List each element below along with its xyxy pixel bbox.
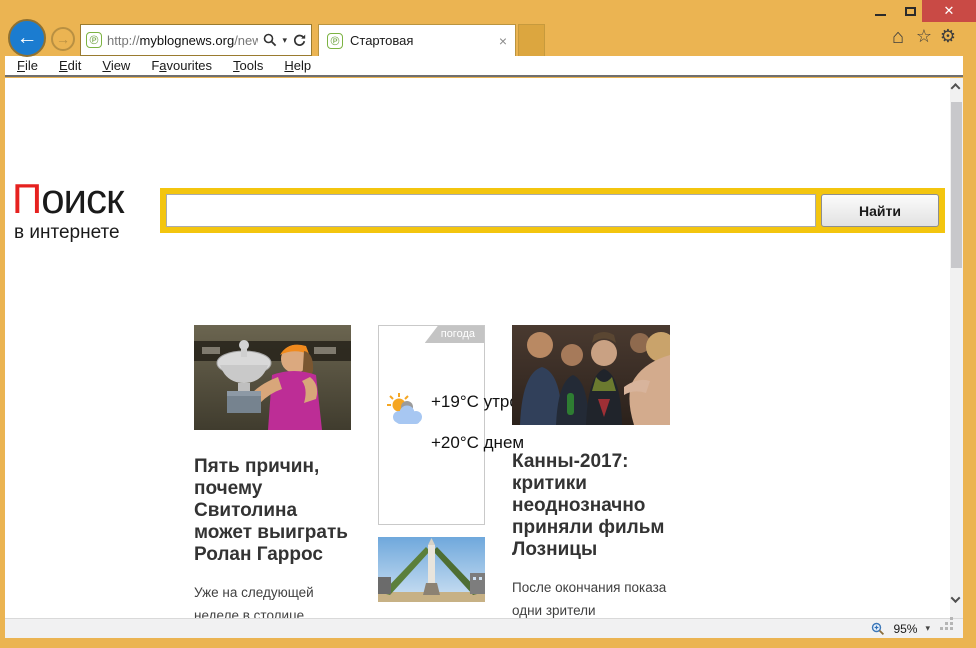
- weather-box: погода +19°C утром +20°C днем: [378, 325, 485, 525]
- maximize-icon: [905, 7, 916, 16]
- search-icon[interactable]: [263, 33, 277, 47]
- address-bar[interactable]: ℗ http://myblognews.org/news ▾: [80, 24, 312, 56]
- logo-title: Поиск: [12, 178, 162, 220]
- back-button[interactable]: ←: [8, 19, 46, 57]
- menu-file[interactable]: File: [17, 58, 38, 73]
- resize-grip[interactable]: [950, 627, 953, 630]
- site-logo: Поиск в интернете: [12, 178, 162, 244]
- article-excerpt: После окончания показа одни зрители отре…: [512, 576, 670, 618]
- scroll-up-icon[interactable]: [952, 86, 960, 94]
- svitolina-photo[interactable]: [194, 325, 351, 430]
- cannes-photo[interactable]: [512, 325, 670, 425]
- logo-subtitle: в интернете: [14, 222, 162, 244]
- close-icon: ✕: [944, 3, 955, 19]
- tab-favicon-icon: ℗: [327, 33, 343, 49]
- tab-startovaya[interactable]: ℗ Стартовая ×: [318, 24, 516, 57]
- search-button[interactable]: Найти: [821, 194, 939, 227]
- search-input[interactable]: [166, 194, 816, 227]
- tab-close-icon[interactable]: ×: [499, 33, 507, 49]
- zoom-level[interactable]: 95%: [893, 622, 917, 636]
- close-button[interactable]: ✕: [922, 0, 976, 22]
- article-title[interactable]: Канны-2017: критики неоднозначно приняли…: [512, 451, 670, 561]
- weather-tab-label: погода: [425, 326, 484, 343]
- maximize-button[interactable]: [896, 0, 924, 22]
- forward-icon: →: [56, 31, 70, 47]
- minimize-icon: [875, 14, 886, 16]
- refresh-icon[interactable]: [292, 33, 306, 47]
- page-content: Поиск в интернете Найти: [5, 78, 950, 618]
- article-svitolina: Пять причин, почему Свитолина может выиг…: [194, 325, 351, 618]
- forward-button[interactable]: →: [51, 27, 75, 51]
- menu-help[interactable]: Help: [284, 58, 311, 73]
- browser-window: ✕ ← → ℗ http://myblognews.org/news ▾ ℗ С…: [0, 0, 976, 648]
- address-dropdown-icon[interactable]: ▾: [282, 35, 287, 46]
- back-icon: ←: [17, 26, 38, 50]
- article-title[interactable]: Пять причин, почему Свитолина может выиг…: [194, 456, 351, 566]
- settings-gear-icon[interactable]: ⚙: [936, 26, 960, 47]
- menu-tools[interactable]: Tools: [233, 58, 263, 73]
- scrollbar-thumb[interactable]: [951, 102, 962, 268]
- rocket-photo[interactable]: [378, 537, 485, 602]
- article-excerpt: Уже на следующей неделе в столице Франци…: [194, 581, 351, 618]
- url-text: http://myblognews.org/news: [107, 33, 258, 48]
- tab-title: Стартовая: [350, 33, 492, 48]
- weather-widget[interactable]: погода +19°C утром +20°C днем: [378, 325, 485, 525]
- favorites-star-icon[interactable]: ☆: [912, 26, 936, 47]
- sun-cloud-icon: [386, 392, 426, 426]
- menu-view[interactable]: View: [102, 58, 130, 73]
- menu-favourites[interactable]: Favourites: [151, 58, 212, 73]
- status-bar: 95% ▾: [5, 618, 963, 638]
- site-favicon-icon: ℗: [86, 32, 102, 48]
- zoom-dropdown-icon[interactable]: ▾: [925, 623, 930, 634]
- home-icon[interactable]: ⌂: [886, 26, 910, 49]
- scroll-down-icon[interactable]: [952, 596, 960, 604]
- vertical-scrollbar[interactable]: [950, 78, 963, 618]
- menu-edit[interactable]: Edit: [59, 58, 81, 73]
- zoom-magnifier-icon[interactable]: [871, 622, 885, 636]
- search-bar: Найти: [160, 188, 945, 233]
- minimize-button[interactable]: [866, 0, 894, 22]
- article-cannes: Канны-2017: критики неоднозначно приняли…: [512, 325, 670, 618]
- new-tab-button[interactable]: [518, 24, 545, 57]
- menu-bar: File Edit View Favourites Tools Help: [5, 56, 963, 77]
